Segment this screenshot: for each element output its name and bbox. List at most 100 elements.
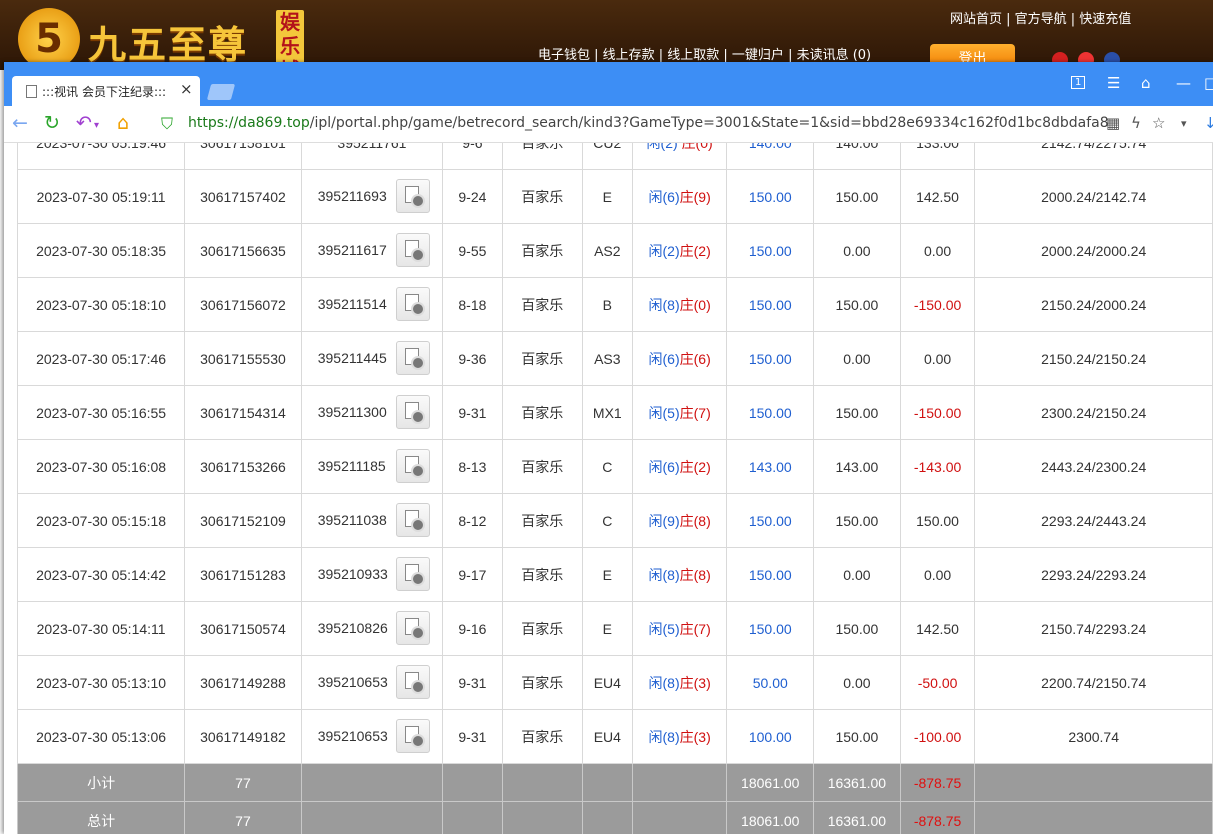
table-type: MX1 [581,385,633,440]
bet-time: 2023-07-30 05:14:11 [16,601,186,656]
new-tab-button[interactable] [206,84,236,100]
video-replay-icon[interactable] [395,341,430,375]
round-id-cell: 395211693 [300,169,444,224]
bet-amount: 100.00 [726,709,815,764]
player-result: 闲(6) [648,188,680,205]
video-replay-icon[interactable] [395,503,430,537]
table-row: 2023-07-30 05:14:42 30617151283 395210933 9… [16,547,1213,602]
url-field[interactable]: https://da869.top/ipl/portal.php/game/be… [188,115,1108,131]
table-number: 8-18 [442,277,503,332]
chevron-down-icon[interactable]: ▾ [1181,117,1187,130]
total-row: 总计 77 18061.00 16361.00 -878.75 [16,801,1213,834]
total-result: -878.75 [899,801,976,834]
win-loss: 0.00 [899,223,976,278]
table-type: EU4 [581,655,633,710]
game-name: 百家乐 [501,493,583,548]
result-cell: 闲(9)庄(8) [631,493,728,548]
bet-id: 30617153266 [184,439,302,494]
star-icon[interactable]: ☆ [1152,114,1165,132]
video-replay-icon[interactable] [395,449,430,483]
download-icon[interactable]: ↓ [1204,114,1213,132]
player-result: 闲(6) [648,350,680,367]
table-number: 9-17 [442,547,503,602]
total-count: 77 [184,801,302,834]
tab-close-icon[interactable]: × [180,80,193,98]
browser-tab[interactable]: :::视讯 会员下注纪录::: × [12,76,200,106]
valid-bet: 150.00 [813,277,901,332]
valid-bet: 0.00 [813,655,901,710]
bet-time: 2023-07-30 05:13:06 [16,709,186,764]
win-loss: -150.00 [899,385,976,440]
result-cell: 闲(8)庄(8) [631,547,728,602]
balance: 2150.24/2150.24 [974,331,1213,386]
valid-bet: 150.00 [813,169,901,224]
round-id-cell: 395211185 [300,439,444,494]
round-id: 395211514 [317,296,387,312]
menu-icon[interactable]: ☰ [1107,74,1120,92]
table-type: AS3 [581,331,633,386]
table-row: 2023-07-30 05:19:46306171581013952117619… [16,143,1213,170]
bet-time: 2023-07-30 05:15:18 [16,493,186,548]
result-cell: 闲(8)庄(3) [631,709,728,764]
banker-result: 庄(9) [679,188,711,205]
grid-icon[interactable]: ▦ [1106,114,1120,132]
video-replay-icon[interactable] [395,179,430,213]
home-icon[interactable]: ⌂ [117,112,129,134]
video-replay-icon[interactable] [395,395,430,429]
player-result: 闲(5) [648,620,680,637]
secure-shield-icon[interactable]: ⛉ [161,114,173,134]
balance: 2000.24/2142.74 [974,169,1213,224]
video-replay-icon[interactable] [395,287,430,321]
site-top-links[interactable]: 网站首页 | 官方导航 | 快速充值 [950,8,1131,27]
refresh-icon[interactable]: ↻ [44,112,60,134]
bet-amount: 150.00 [726,277,815,332]
video-replay-icon[interactable] [395,665,430,699]
game-name: 百家乐 [501,385,583,440]
round-id-cell: 395211514 [300,277,444,332]
player-result: 闲(9) [648,512,680,529]
banker-result: 庄(2) [679,458,711,475]
lightning-icon[interactable]: ϟ [1131,114,1141,132]
valid-bet: 0.00 [813,223,901,278]
back-icon[interactable]: ← [12,112,28,134]
player-result: 闲(2) [648,242,680,259]
bet-time: 2023-07-30 05:18:35 [16,223,186,278]
window-tab-count-icon[interactable]: 1 [1071,76,1086,89]
banker-result: 庄(8) [679,512,711,529]
table-row: 2023-07-30 05:13:10 30617149288 395210653 9… [16,655,1213,710]
balance: 2200.74/2150.74 [974,655,1213,710]
video-replay-icon[interactable] [395,557,430,591]
valid-bet: 150.00 [813,601,901,656]
table-number: 9-31 [442,385,503,440]
table-number: 9-36 [442,331,503,386]
table-number: 9-16 [442,601,503,656]
shirt-skin-icon[interactable]: ⌂ [1141,74,1151,92]
bet-amount: 150.00 [726,493,815,548]
result-cell: 闲(2)庄(2) [631,223,728,278]
tab-bar: :::视讯 会员下注纪录::: × 1 ☰ ⌂ — □ [4,62,1213,106]
table-number: 8-12 [442,493,503,548]
banker-result: 庄(3) [679,728,711,745]
site-logo-text: 九五至尊 [88,22,249,67]
maximize-icon[interactable]: □ [1204,74,1213,92]
bet-id: 30617156635 [184,223,302,278]
game-name: 百家乐 [501,547,583,602]
table-row: 2023-07-30 05:13:06 30617149182 395210653 9… [16,709,1213,764]
table-type: C [581,493,633,548]
bet-id: 30617151283 [184,547,302,602]
video-replay-icon[interactable] [395,719,430,753]
game-name: 百家乐 [501,223,583,278]
valid-bet: 150.00 [813,709,901,764]
undo-icon[interactable]: ↶ [76,112,92,134]
video-replay-icon[interactable] [395,233,430,267]
video-replay-icon[interactable] [395,611,430,645]
bet-amount: 150.00 [726,385,815,440]
banker-result: 庄(0) [679,296,711,313]
minimize-icon[interactable]: — [1176,74,1191,92]
table-type: C [581,439,633,494]
undo-dropdown-icon[interactable]: ▾ [94,120,99,131]
player-result: 闲(8) [648,728,680,745]
site-main-links[interactable]: 电子钱包 | 线上存款 | 线上取款 | 一键归户 | 未读讯息 (0) [538,44,871,63]
game-name: 百家乐 [501,331,583,386]
bet-record-table: 2023-07-30 05:19:46306171581013952117619… [16,143,1213,834]
